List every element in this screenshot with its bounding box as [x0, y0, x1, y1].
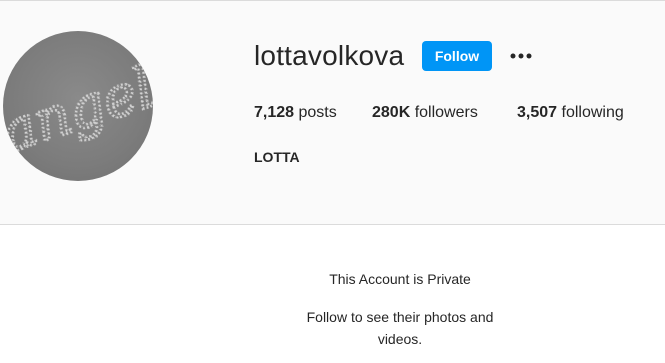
- followers-count-label: followers: [410, 104, 478, 121]
- following-count-label: following: [557, 104, 624, 121]
- followers-count[interactable]: 280K followers: [372, 103, 478, 123]
- avatar-image: angel: [3, 54, 153, 167]
- profile-page: angel lottavolkova Follow 7,128 posts 28…: [0, 0, 665, 363]
- following-count-value: 3,507: [517, 104, 558, 121]
- posts-count-label: posts: [294, 104, 337, 121]
- following-count[interactable]: 3,507 following: [517, 103, 624, 123]
- more-options-icon[interactable]: [506, 41, 536, 71]
- private-account-subtitle: Follow to see their photos and videos.: [306, 309, 494, 347]
- posts-count-value: 7,128: [254, 104, 295, 121]
- private-account-title: This Account is Private: [329, 271, 471, 287]
- full-name: LOTTA: [254, 149, 300, 165]
- avatar-text: angel: [3, 55, 153, 165]
- avatar[interactable]: angel: [3, 31, 153, 181]
- followers-count-value: 280K: [372, 104, 411, 121]
- posts-count: 7,128 posts: [254, 103, 337, 123]
- follow-button[interactable]: Follow: [422, 41, 492, 71]
- username: lottavolkova: [254, 40, 405, 71]
- profile-header: angel lottavolkova Follow 7,128 posts 28…: [0, 0, 665, 225]
